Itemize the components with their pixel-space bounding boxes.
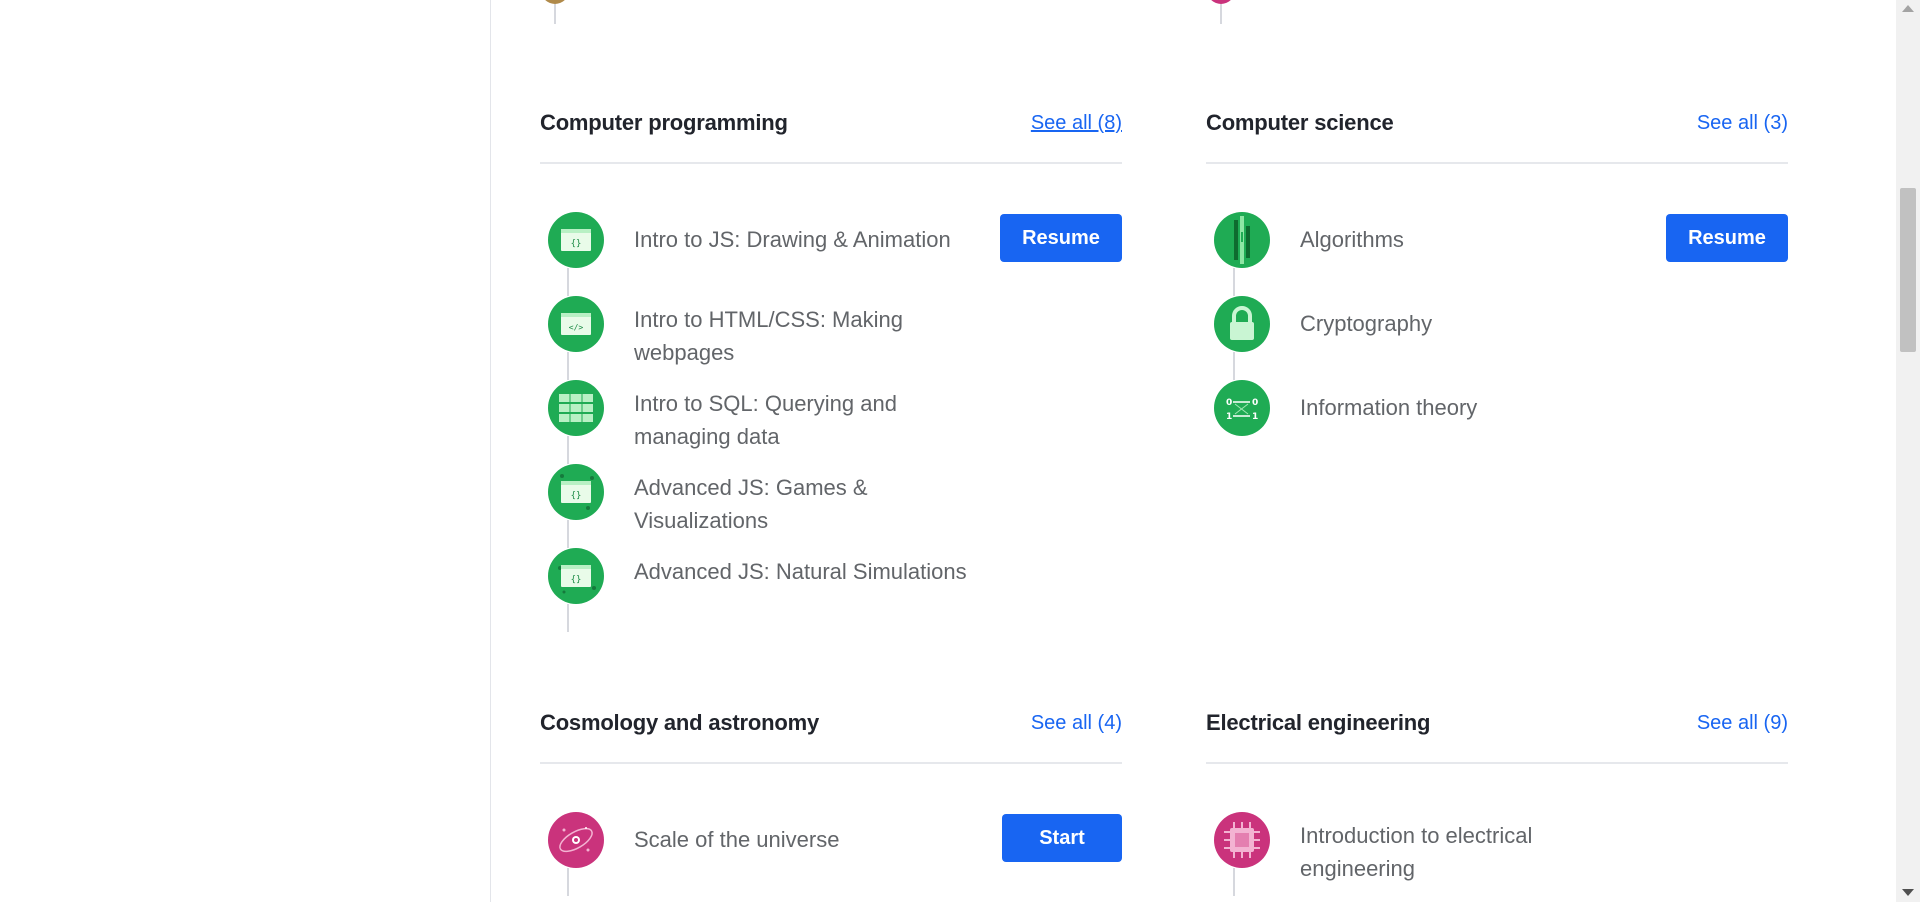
course-item[interactable]: </> Intro to HTML/CSS: Making webpages	[540, 296, 1122, 380]
course-list: {} Intro to JS: Drawing & Animation </> …	[540, 212, 1122, 632]
svg-text:1: 1	[1226, 412, 1232, 422]
course-item[interactable]: 0 0 1 1 Information theory	[1206, 380, 1788, 464]
course-label: Intro to SQL: Querying and managing data	[634, 391, 897, 449]
galaxy-icon	[548, 812, 604, 868]
section-title: Computer programming	[540, 110, 788, 135]
lock-icon	[1214, 296, 1270, 352]
algorithms-icon	[1214, 212, 1270, 268]
see-all-link[interactable]: See all (9)	[1697, 708, 1788, 735]
course-label: Scale of the universe	[634, 827, 840, 852]
see-all-link[interactable]: See all (8)	[1031, 108, 1122, 135]
item-connector	[567, 352, 569, 380]
scroll-down-icon[interactable]	[1902, 889, 1914, 896]
js-drawing-icon: {}	[548, 212, 604, 268]
section-cosmology-astronomy: Cosmology and astronomy See all (4) Scal…	[540, 708, 1122, 896]
svg-text:{}: {}	[571, 575, 582, 585]
resume-button[interactable]: Resume	[1000, 214, 1122, 262]
js-simulations-icon: {}	[548, 548, 604, 604]
course-item[interactable]: Cryptography	[1206, 296, 1788, 380]
course-label: Introduction to electrical engineering	[1300, 823, 1533, 881]
section-computer-programming: Computer programming See all (8) {} Intr…	[540, 108, 1122, 632]
section-title: Cosmology and astronomy	[540, 710, 819, 735]
course-list: Algorithms Cryptography 0 0 1 1 Information…	[1206, 212, 1788, 464]
see-all-link[interactable]: See all (4)	[1031, 708, 1122, 735]
course-label: Advanced JS: Games & Visualizations	[634, 475, 868, 533]
item-connector	[567, 520, 569, 548]
svg-text:</>: </>	[569, 323, 584, 332]
scrollbar-thumb[interactable]	[1900, 188, 1916, 352]
main-content: Computer programming See all (8) {} Intr…	[491, 0, 1896, 902]
course-item[interactable]: Intro to SQL: Querying and managing data	[540, 380, 1122, 464]
resume-button[interactable]: Resume	[1666, 214, 1788, 262]
svg-text:0: 0	[1252, 398, 1258, 408]
vertical-scrollbar[interactable]	[1896, 0, 1920, 902]
section-header: Cosmology and astronomy See all (4)	[540, 708, 1122, 764]
course-label: Algorithms	[1300, 227, 1404, 252]
course-label: Cryptography	[1300, 311, 1433, 336]
start-button[interactable]: Start	[1002, 814, 1122, 862]
section-header: Computer science See all (3)	[1206, 108, 1788, 164]
course-list: Scale of the universe Start	[540, 812, 1122, 896]
sql-icon	[548, 380, 604, 436]
item-connector	[1233, 868, 1235, 896]
left-sidebar	[0, 0, 491, 902]
js-games-icon: {}	[548, 464, 604, 520]
item-connector	[1233, 352, 1235, 380]
item-connector	[554, 4, 556, 24]
course-label: Intro to HTML/CSS: Making webpages	[634, 307, 903, 365]
item-connector	[567, 268, 569, 296]
section-electrical-engineering: Electrical engineering See all (9) Intro…	[1206, 708, 1788, 896]
course-list: Introduction to electrical engineering	[1206, 812, 1788, 896]
scroll-up-icon[interactable]	[1902, 5, 1914, 12]
microchip-icon	[1214, 812, 1270, 868]
course-label: Advanced JS: Natural Simulations	[634, 559, 967, 584]
item-connector	[1233, 268, 1235, 296]
svg-text:0: 0	[1226, 398, 1232, 408]
item-connector	[567, 604, 569, 632]
svg-text:1: 1	[1252, 412, 1258, 422]
item-connector	[567, 868, 569, 896]
svg-text:{}: {}	[571, 491, 582, 501]
course-item[interactable]: {} Advanced JS: Games & Visualizations	[540, 464, 1122, 548]
section-computer-science: Computer science See all (3) Algorithms …	[1206, 108, 1788, 464]
course-label: Intro to JS: Drawing & Animation	[634, 227, 951, 252]
course-item[interactable]: {} Advanced JS: Natural Simulations	[540, 548, 1122, 632]
section-title: Computer science	[1206, 110, 1394, 135]
information-theory-icon: 0 0 1 1	[1214, 380, 1270, 436]
course-label: Information theory	[1300, 395, 1478, 420]
item-connector	[567, 436, 569, 464]
previous-item-stub	[1193, 0, 1249, 24]
section-title: Electrical engineering	[1206, 710, 1431, 735]
html-css-icon: </>	[548, 296, 604, 352]
section-header: Computer programming See all (8)	[540, 108, 1122, 164]
svg-text:{}: {}	[571, 239, 582, 249]
previous-item-stub	[527, 0, 583, 24]
see-all-link[interactable]: See all (3)	[1697, 108, 1788, 135]
section-header: Electrical engineering See all (9)	[1206, 708, 1788, 764]
course-item[interactable]: Introduction to electrical engineering	[1206, 812, 1788, 896]
item-connector	[1220, 4, 1222, 24]
